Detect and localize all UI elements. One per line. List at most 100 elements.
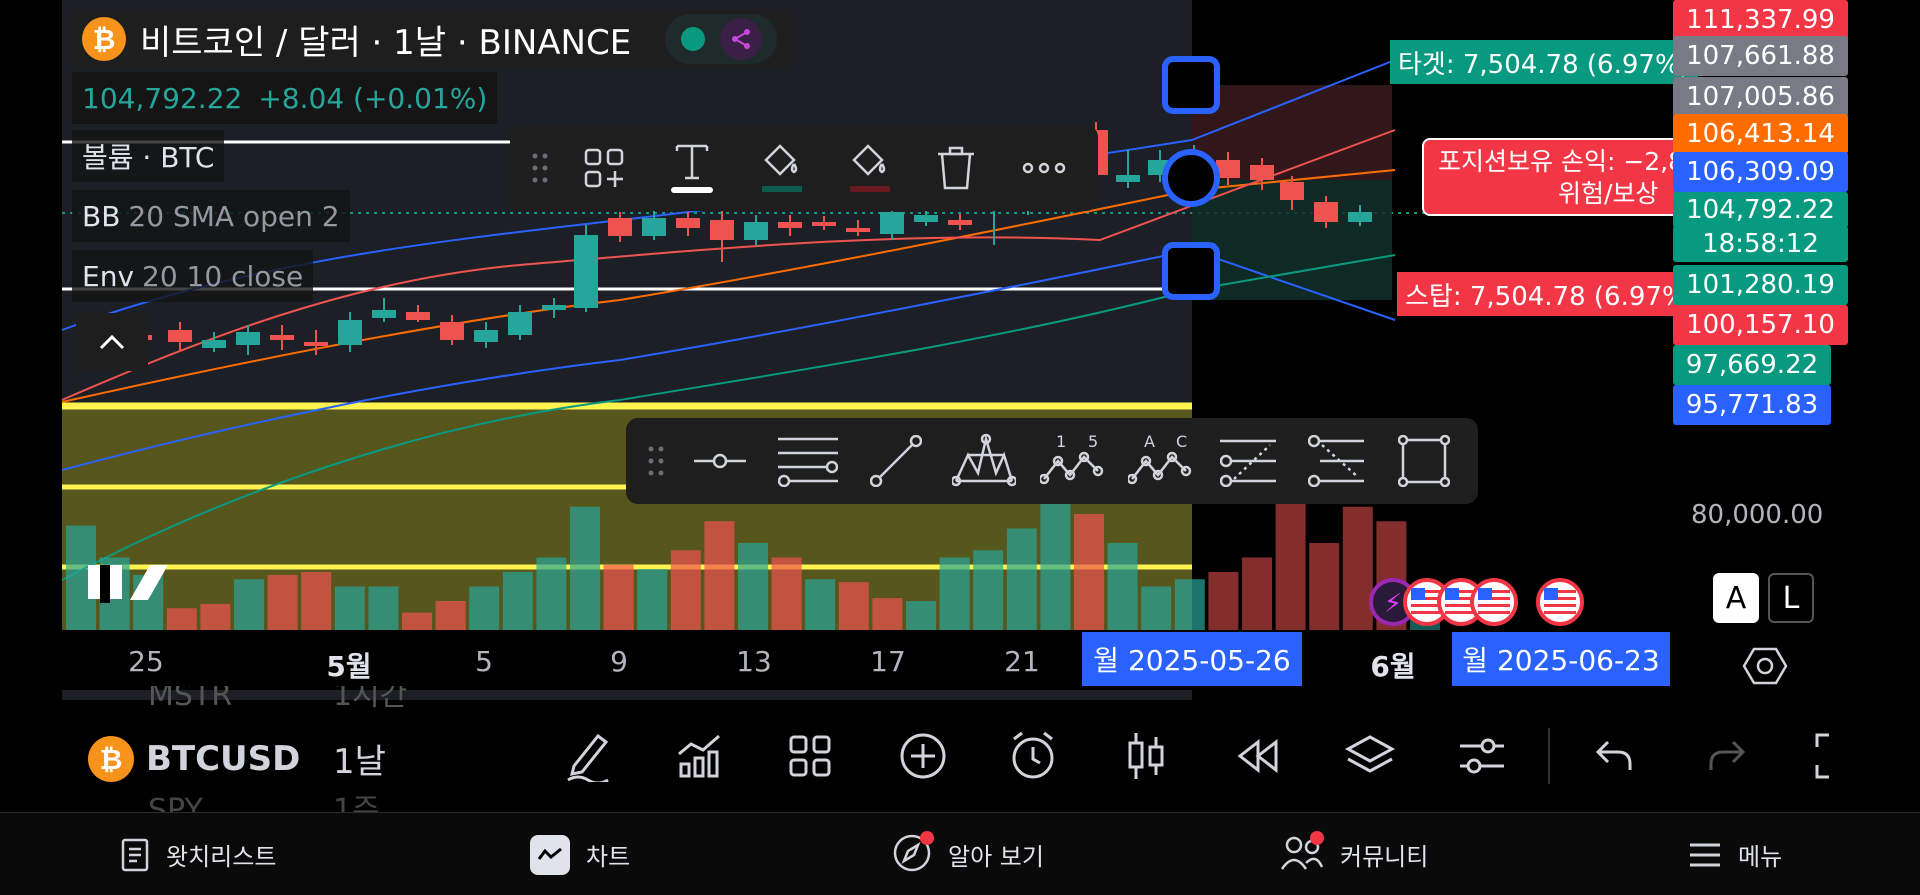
abc-wave-tool[interactable]: AC (1116, 419, 1204, 503)
target-text: 타겟: 7,504.78 (6.97%) (1398, 49, 1690, 80)
layers-button[interactable] (1338, 724, 1402, 788)
more-icon (1022, 162, 1066, 174)
volume-bar (1242, 557, 1272, 630)
candle-body (880, 212, 904, 234)
trend-line-tool[interactable] (852, 419, 940, 503)
parallel-channel-tool[interactable] (1204, 419, 1292, 503)
tab-label: 메뉴 (1738, 843, 1783, 871)
rectangle-tool[interactable] (1380, 419, 1468, 503)
next-symbol: SPY (148, 796, 203, 812)
volume-bar (1342, 506, 1373, 630)
pattern-tool[interactable] (940, 419, 1028, 503)
volume-bar (1208, 572, 1239, 630)
date-label: 21 (1004, 645, 1040, 678)
handle-top[interactable] (1162, 56, 1220, 114)
horizontal-line-tool[interactable] (676, 419, 764, 503)
more-button[interactable] (1000, 126, 1088, 210)
volume-bar (502, 572, 533, 630)
add-template-button[interactable] (560, 126, 648, 210)
notification-dot (920, 830, 934, 845)
tab-chart[interactable]: 차트 (530, 813, 630, 895)
svg-text:5: 5 (1088, 433, 1098, 451)
indicator-volume[interactable]: 볼륨 · BTC (72, 130, 225, 182)
drawing-properties-toolbar[interactable] (510, 125, 1098, 211)
volume-bar (469, 586, 500, 630)
us-flag-markers[interactable] (1403, 578, 1584, 626)
fib-retracement-tool[interactable] (764, 419, 852, 503)
fill-color-button[interactable] (736, 126, 824, 210)
auto-scale-button[interactable]: A (1713, 573, 1759, 623)
flag-stripe (1411, 611, 1443, 614)
indicator-env[interactable]: Env 20 10 close (72, 250, 314, 302)
replay-button[interactable] (1226, 724, 1290, 788)
log-scale-button[interactable]: L (1768, 573, 1814, 623)
templates-icon (789, 735, 831, 777)
price-tag: 18:58:12 (1673, 226, 1848, 262)
range-end-date[interactable]: 월 2025-06-23 (1452, 632, 1670, 686)
target-label[interactable]: 타겟: 7,504.78 (6.97%) (1390, 40, 1698, 84)
volume-bar (637, 569, 668, 630)
tab-watchlist[interactable]: 왓치리스트 (120, 813, 276, 895)
flag-canton (1478, 588, 1492, 600)
drawing-tools-toolbar[interactable]: 15 AC (626, 418, 1478, 504)
candle-body (1116, 175, 1140, 182)
pattern-icon (952, 433, 1016, 487)
redo-button[interactable] (1695, 724, 1759, 788)
date-label: 17 (870, 645, 906, 678)
tab-label: 왓치리스트 (166, 843, 277, 871)
settings-button[interactable] (1450, 724, 1514, 788)
candle-body (304, 342, 328, 346)
indicator-bb[interactable]: BB 20 SMA open 2 (72, 190, 350, 242)
tab-explore[interactable]: 알아 보기 (892, 813, 1044, 895)
fib-lines-icon (778, 437, 838, 487)
status-pill[interactable] (665, 14, 778, 64)
volume-bar (1275, 499, 1306, 630)
candle-body (778, 222, 802, 228)
handle-bottom[interactable] (1162, 242, 1220, 300)
elliott-wave-tool[interactable]: 15 (1028, 419, 1116, 503)
stop-label[interactable]: 스탑: 7,504.78 (6.97%) (1397, 272, 1705, 316)
drag-handle-icon[interactable] (636, 419, 676, 503)
chevron-up-icon (99, 334, 125, 350)
tab-label: 차트 (586, 843, 631, 871)
symbol-title[interactable]: 비트코인 / 달러 · 1날 · BINANCE (140, 15, 631, 64)
symbol-selector[interactable]: ₿ BTCUSD (88, 734, 300, 784)
fullscreen-button[interactable] (1806, 724, 1870, 788)
candle-body (1250, 165, 1274, 180)
log-label: L (1782, 580, 1800, 616)
chart-settings-button[interactable] (1742, 645, 1788, 687)
flag-stripe (1478, 604, 1510, 607)
tab-menu[interactable]: 메뉴 (1688, 813, 1782, 895)
indicators-button[interactable] (667, 724, 731, 788)
volume-bar (805, 579, 836, 630)
add-button[interactable] (891, 724, 955, 788)
drawing-button[interactable] (556, 724, 620, 788)
volume-bar (570, 506, 600, 630)
text-button[interactable] (648, 126, 736, 210)
undo-icon (1595, 740, 1632, 770)
drag-handle-icon[interactable] (520, 126, 560, 210)
alert-button[interactable] (1001, 724, 1065, 788)
chart-type-button[interactable] (1114, 724, 1178, 788)
regression-channel-tool[interactable] (1292, 419, 1380, 503)
svg-text:1: 1 (1056, 433, 1066, 451)
share-icon[interactable] (719, 18, 762, 60)
template-add-icon (584, 148, 624, 188)
templates-button[interactable] (778, 724, 842, 788)
border-color-button[interactable] (824, 126, 912, 210)
tab-community[interactable]: 커뮤니티 (1280, 813, 1428, 895)
range-start-date[interactable]: 월 2025-05-26 (1082, 632, 1302, 686)
volume-bar (738, 543, 768, 630)
volume-bar (200, 603, 231, 630)
interval-selector[interactable]: 1날 (333, 734, 386, 783)
pnl-box[interactable]: 포지션보유 손익: −2,8 위험/보상 (1422, 138, 1682, 216)
text-icon (671, 144, 713, 193)
volume-bar (536, 557, 567, 630)
delete-button[interactable] (912, 126, 1000, 210)
chart-area[interactable]: ⚡ ₿ 비트코인 / 달러 · 1날 · BINANCE 104,792.22 … (0, 0, 1920, 700)
symbol-header[interactable]: ₿ 비트코인 / 달러 · 1날 · BINANCE (72, 10, 792, 68)
undo-button[interactable] (1582, 724, 1646, 788)
volume-bar (234, 579, 264, 630)
collapse-legend-button[interactable] (76, 313, 148, 371)
handle-middle[interactable] (1162, 149, 1220, 207)
